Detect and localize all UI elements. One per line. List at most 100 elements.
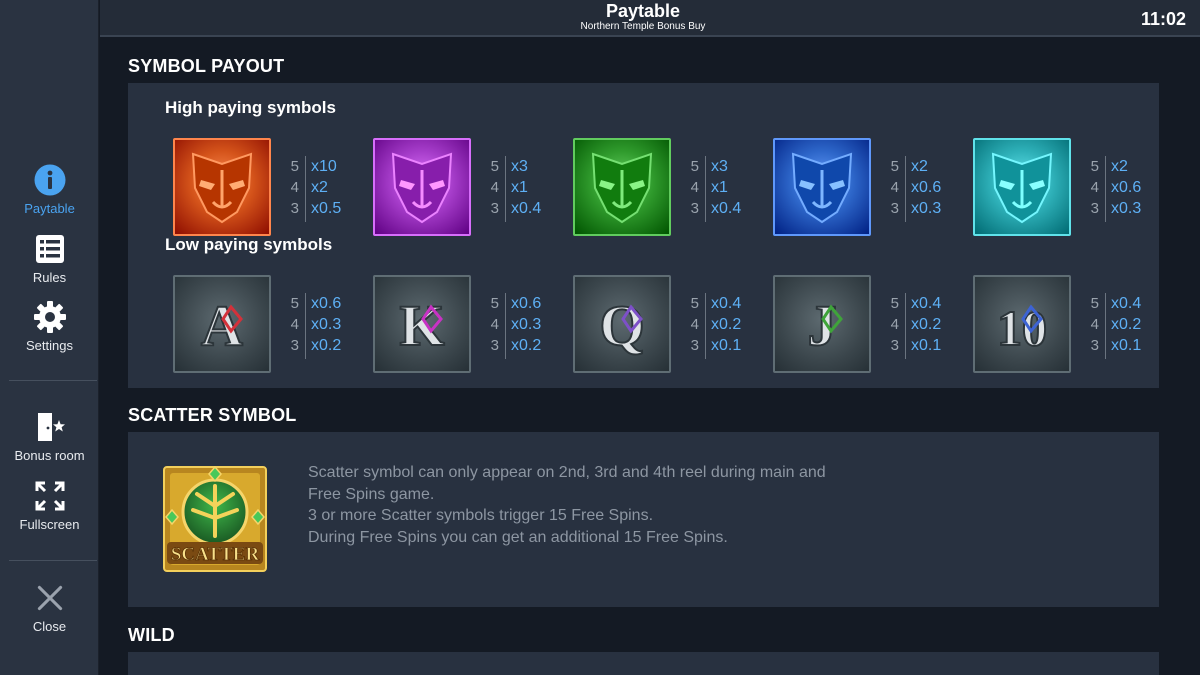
payout-multiplier: x2 xyxy=(1111,158,1128,175)
ace-symbol: A xyxy=(173,275,271,373)
sidebar-item-close[interactable]: Close xyxy=(0,583,99,634)
payout-multiplier: x0.3 xyxy=(511,316,542,333)
payout-row: 5 x2 xyxy=(1087,158,1167,179)
payout-multiplier: x0.2 xyxy=(1111,316,1142,333)
payout-list: 5 x2 4 x0.6 3 x0.3 xyxy=(887,156,967,228)
info-icon xyxy=(34,164,65,196)
jack-symbol: J xyxy=(773,275,871,373)
payout-count: 4 xyxy=(490,316,499,333)
sidebar-item-fullscreen[interactable]: Fullscreen xyxy=(0,479,99,532)
payout-multiplier: x0.6 xyxy=(311,295,342,312)
symbol-letter: J xyxy=(808,293,837,358)
symbol-letter: Q xyxy=(599,293,644,358)
section-title-symbol-payout: SYMBOL PAYOUT xyxy=(128,56,285,76)
payout-row: 4 x0.3 xyxy=(487,316,567,337)
payout-list: 5 x0.6 4 x0.3 3 x0.2 xyxy=(487,293,567,365)
sidebar-item-settings[interactable]: Settings xyxy=(0,300,99,353)
sidebar: Paytable Rules Settings Bonus room Fulls… xyxy=(0,0,99,675)
payout-row: 5 x3 xyxy=(687,158,767,179)
payout-multiplier: x2 xyxy=(311,179,328,196)
scatter-line: During Free Spins you can get an additio… xyxy=(308,528,728,546)
payout-row: 3 x0.1 xyxy=(1087,337,1167,358)
sidebar-item-bonus-room[interactable]: Bonus room xyxy=(0,410,99,463)
payout-multiplier: x0.1 xyxy=(911,337,942,354)
payout-count: 3 xyxy=(490,337,499,354)
header: Paytable Northern Temple Bonus Buy 11:02 xyxy=(100,0,1200,37)
payout-count: 3 xyxy=(1090,200,1099,217)
payout-multiplier: x0.3 xyxy=(1111,200,1142,217)
payout-multiplier: x0.4 xyxy=(511,200,542,217)
symbol-payout-panel: High paying symbols 5 x10 4 x2 3 x0.5 5 x3 4 x1 3 x… xyxy=(128,83,1159,388)
payout-row: 4 x0.3 xyxy=(287,316,367,337)
payout-count: 5 xyxy=(1090,158,1099,175)
sidebar-item-rules[interactable]: Rules xyxy=(0,232,99,285)
payout-multiplier: x0.6 xyxy=(1111,179,1142,196)
symbol-letter: 10 xyxy=(997,300,1047,356)
payout-list: 5 x10 4 x2 3 x0.5 xyxy=(287,156,367,228)
scatter-line: Scatter symbol can only appear on 2nd, 3… xyxy=(308,464,826,481)
serpent-mask-symbol xyxy=(573,138,671,236)
payout-count: 5 xyxy=(690,295,699,312)
scatter-symbol: SCATTER xyxy=(163,466,267,572)
symbol-letter: K xyxy=(399,293,444,358)
payout-multiplier: x0.6 xyxy=(911,179,942,196)
payout-row: 5 x2 xyxy=(887,158,967,179)
sidebar-item-label: Paytable xyxy=(24,201,75,216)
payout-multiplier: x0.2 xyxy=(311,337,342,354)
payout-count: 5 xyxy=(890,295,899,312)
page-subtitle: Northern Temple Bonus Buy xyxy=(580,21,706,32)
paytable-content[interactable]: SYMBOL PAYOUT High paying symbols 5 x10 4 x… xyxy=(100,39,1200,675)
payout-multiplier: x0.4 xyxy=(1111,295,1142,312)
payout-count: 3 xyxy=(1090,337,1099,354)
payout-multiplier: x0.3 xyxy=(311,316,342,333)
payout-count: 4 xyxy=(690,179,699,196)
sidebar-item-paytable[interactable]: Paytable xyxy=(0,163,99,216)
payout-multiplier: x0.6 xyxy=(511,295,542,312)
sidebar-item-label: Settings xyxy=(26,338,73,353)
payout-row: 3 x0.5 xyxy=(287,200,367,221)
payout-count: 3 xyxy=(690,200,699,217)
payout-list: 5 x0.4 4 x0.2 3 x0.1 xyxy=(1087,293,1167,365)
payout-count: 4 xyxy=(690,316,699,333)
payout-row: 4 x1 xyxy=(687,179,767,200)
payout-row: 4 x0.6 xyxy=(1087,179,1167,200)
payout-row: 5 x0.6 xyxy=(287,295,367,316)
payout-count: 5 xyxy=(890,158,899,175)
payout-row: 5 x0.4 xyxy=(687,295,767,316)
payout-row: 3 x0.4 xyxy=(487,200,567,221)
payout-count: 3 xyxy=(490,200,499,217)
section-title-wild: WILD xyxy=(128,625,175,645)
page-title: Paytable xyxy=(605,1,681,21)
low-paying-title: Low paying symbols xyxy=(165,235,333,254)
sidebar-divider xyxy=(9,560,97,561)
payout-list: 5 x2 4 x0.6 3 x0.3 xyxy=(1087,156,1167,228)
payout-count: 3 xyxy=(690,337,699,354)
payout-multiplier: x3 xyxy=(511,158,528,175)
king-symbol: K xyxy=(373,275,471,373)
scatter-line: Free Spins game. xyxy=(308,485,435,503)
eagle-mask-symbol xyxy=(973,138,1071,236)
payout-count: 3 xyxy=(890,200,899,217)
payout-multiplier: x0.1 xyxy=(1111,337,1142,354)
payout-row: 3 x0.4 xyxy=(687,200,767,221)
payout-multiplier: x10 xyxy=(311,158,337,175)
payout-multiplier: x3 xyxy=(711,158,728,175)
payout-list: 5 x0.4 4 x0.2 3 x0.1 xyxy=(687,293,767,365)
sidebar-item-label: Close xyxy=(32,619,67,634)
wolf-mask-symbol xyxy=(773,138,871,236)
scatter-description: Scatter symbol can only appear on 2nd, 3… xyxy=(308,462,888,548)
payout-multiplier: x0.2 xyxy=(711,316,742,333)
payout-row: 5 x0.4 xyxy=(1087,295,1167,316)
payout-multiplier: x0.4 xyxy=(911,295,942,312)
payout-row: 4 x0.2 xyxy=(687,316,767,337)
payout-multiplier: x1 xyxy=(511,179,528,196)
list-icon xyxy=(35,235,64,263)
payout-count: 4 xyxy=(890,316,899,333)
payout-count: 3 xyxy=(290,337,299,354)
sidebar-item-label: Fullscreen xyxy=(19,517,80,532)
payout-row: 3 x0.3 xyxy=(887,200,967,221)
scatter-logo-text: SCATTER xyxy=(171,544,260,565)
payout-multiplier: x2 xyxy=(911,158,928,175)
payout-count: 4 xyxy=(890,179,899,196)
payout-multiplier: x0.2 xyxy=(511,337,542,354)
